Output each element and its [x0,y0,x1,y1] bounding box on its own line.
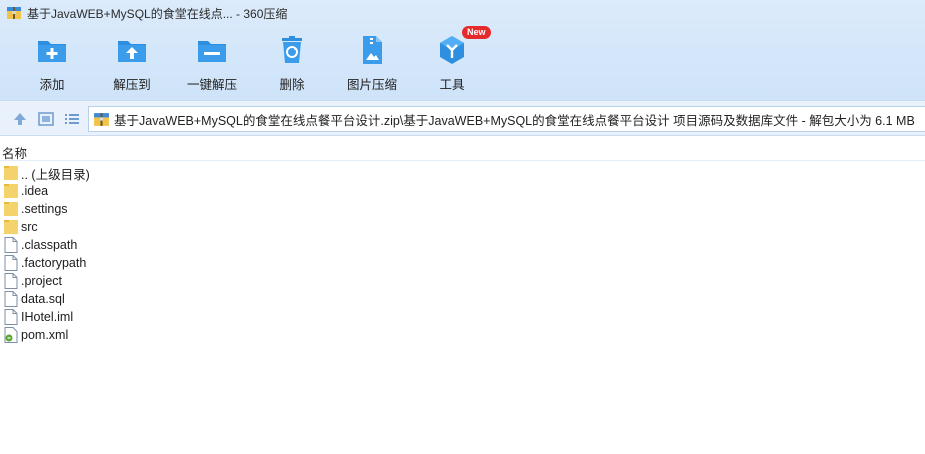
file-icon [4,255,18,271]
image-compress-button[interactable]: 图片压缩 [332,30,412,96]
list-item[interactable]: .project [0,272,925,290]
item-name: .. (上级目录) [21,167,90,182]
list-item[interactable]: pom.xml [0,326,925,344]
column-header-name[interactable]: 名称 [0,141,925,161]
item-name: .classpath [21,238,78,252]
item-name: .factorypath [21,256,87,270]
delete-label: 删除 [279,78,305,92]
item-name: .settings [21,202,68,216]
image-compress-icon [363,36,382,64]
up-level-icon[interactable] [11,110,29,128]
folder-icon [4,166,18,180]
tools-cube-icon [440,36,464,64]
file-list: .. (上级目录) .idea .settings src .classpath… [0,164,925,344]
toolbar: 添加 解压到 一键解压 删除 图片压缩 New 工具 [0,26,925,96]
list-item[interactable]: .idea [0,182,925,200]
title-bar: 基于JavaWEB+MySQL的食堂在线点... - 360压缩 [0,0,925,26]
add-label: 添加 [39,78,65,92]
file-icon [4,309,18,325]
one-click-extract-label: 一键解压 [186,78,237,92]
extract-to-button[interactable]: 解压到 [92,30,172,96]
extract-to-label: 解压到 [113,78,151,92]
item-name: .idea [21,184,49,198]
extract-folder-icon [118,41,146,62]
address-bar[interactable]: 基于JavaWEB+MySQL的食堂在线点餐平台设计.zip\基于JavaWEB… [88,106,925,132]
list-item[interactable]: .factorypath [0,254,925,272]
recycle-bin-icon [282,36,302,63]
file-icon [4,291,18,307]
list-item[interactable]: IHotel.iml [0,308,925,326]
one-click-extract-icon [198,41,226,62]
tools-label: 工具 [439,78,465,92]
xml-file-icon [4,327,18,343]
window-title: 基于JavaWEB+MySQL的食堂在线点... - 360压缩 [27,6,288,21]
list-item[interactable]: .classpath [0,236,925,254]
list-item[interactable]: .. (上级目录) [0,164,925,182]
file-icon [4,237,18,253]
address-path: 基于JavaWEB+MySQL的食堂在线点餐平台设计.zip\基于JavaWEB… [114,113,915,128]
folder-icon [4,184,18,198]
list-view-icon[interactable] [63,110,81,128]
tools-button[interactable]: New 工具 [412,26,492,96]
item-name: pom.xml [21,328,69,342]
item-name: src [21,220,38,234]
folder-icon [4,202,18,216]
item-name: .project [21,274,62,288]
delete-button[interactable]: 删除 [252,30,332,96]
address-row: 基于JavaWEB+MySQL的食堂在线点餐平台设计.zip\基于JavaWEB… [0,100,925,136]
one-click-extract-button[interactable]: 一键解压 [172,30,252,96]
list-item[interactable]: .settings [0,200,925,218]
column-name-label: 名称 [2,147,28,161]
window-header: 基于JavaWEB+MySQL的食堂在线点... - 360压缩 添加 解压到 [0,0,925,100]
new-badge: New [462,26,491,39]
file-icon [4,273,18,289]
zip-archive-icon [94,112,109,126]
thumbnail-view-icon[interactable] [37,110,55,128]
add-folder-icon [38,41,66,62]
folder-icon [4,220,18,234]
image-compress-label: 图片压缩 [346,78,397,92]
zip-archive-icon [7,7,21,19]
list-item[interactable]: src [0,218,925,236]
item-name: data.sql [21,292,65,306]
list-item[interactable]: data.sql [0,290,925,308]
item-name: IHotel.iml [21,310,74,324]
add-button[interactable]: 添加 [12,30,92,96]
